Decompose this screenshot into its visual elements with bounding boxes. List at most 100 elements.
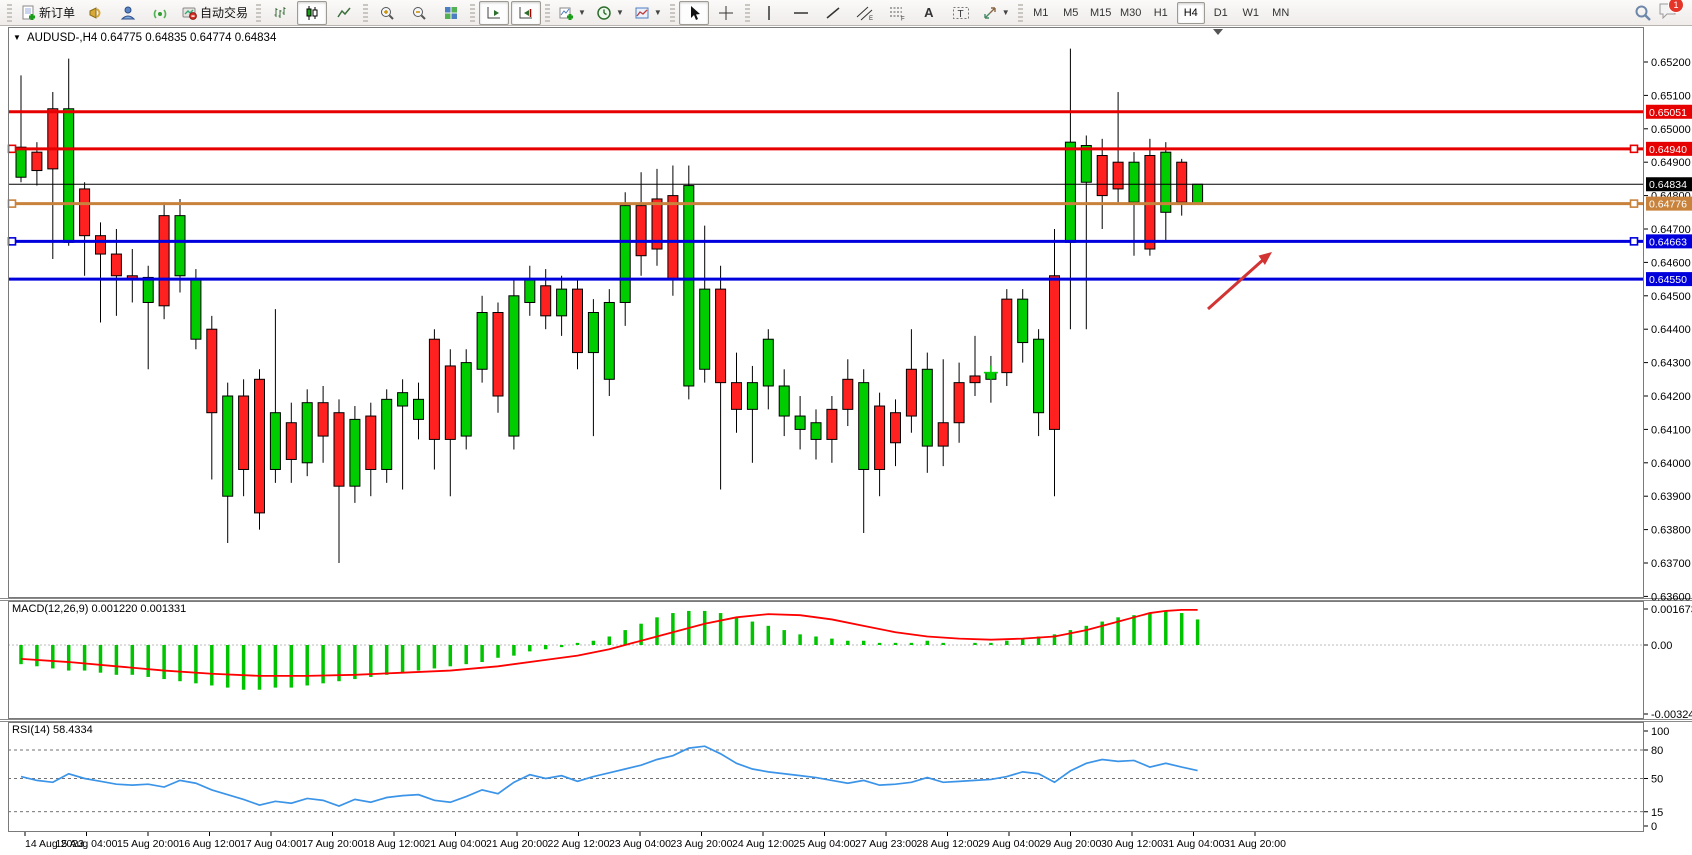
template-button[interactable]: ▼ bbox=[630, 1, 666, 25]
search-icon[interactable] bbox=[1634, 4, 1652, 22]
bull-candle bbox=[16, 147, 26, 177]
vertical-line-icon bbox=[762, 5, 776, 21]
timeframe-m5-button[interactable]: M5 bbox=[1057, 2, 1085, 24]
time-tick-label: 29 Aug 04:00 bbox=[978, 838, 1040, 850]
bull-candle bbox=[763, 339, 773, 386]
bull-candle bbox=[700, 289, 710, 369]
bear-candle bbox=[716, 289, 726, 383]
rsi-label: RSI(14) 58.4334 bbox=[12, 724, 93, 736]
candlestick-mode-button[interactable] bbox=[297, 1, 327, 25]
timeframe-w1-button[interactable]: W1 bbox=[1237, 2, 1265, 24]
line-handle[interactable] bbox=[1631, 145, 1638, 152]
line-handle[interactable] bbox=[1631, 200, 1638, 207]
price-tag-0.65051: 0.65051 bbox=[1646, 105, 1692, 119]
bear-candle bbox=[732, 383, 742, 410]
text-a-icon: A bbox=[924, 5, 933, 20]
toolbar-grip bbox=[545, 4, 550, 22]
market-watch-button[interactable] bbox=[81, 1, 111, 25]
chart-canvas[interactable]: 0.652000.651000.650000.649000.648000.647… bbox=[0, 26, 1692, 855]
zoom-out-button[interactable] bbox=[404, 1, 434, 25]
time-tick-label: 16 Aug 12:00 bbox=[179, 838, 241, 850]
bar-chart-mode-button[interactable] bbox=[265, 1, 295, 25]
time-tick-label: 30 Aug 12:00 bbox=[1101, 838, 1163, 850]
price-tick-label: 0.63600 bbox=[1651, 591, 1691, 603]
line-handle[interactable] bbox=[9, 238, 16, 245]
bull-candle bbox=[350, 419, 360, 486]
price-tick-label: 0.65200 bbox=[1651, 57, 1691, 69]
period-button[interactable]: ▼ bbox=[592, 1, 628, 25]
label-tool-button[interactable]: T bbox=[946, 1, 976, 25]
time-tick-label: 21 Aug 20:00 bbox=[486, 838, 548, 850]
bear-candle bbox=[970, 376, 980, 383]
line-handle[interactable] bbox=[1631, 238, 1638, 245]
crosshair-tool-button[interactable] bbox=[711, 1, 741, 25]
bear-candle bbox=[286, 423, 296, 460]
auto-scroll-icon bbox=[486, 5, 502, 21]
price-tag-label: 0.64550 bbox=[1649, 274, 1687, 286]
new-order-button[interactable]: 新订单 bbox=[16, 1, 79, 25]
signal-icon bbox=[152, 5, 168, 21]
auto-trading-icon bbox=[181, 5, 197, 21]
signals-button[interactable] bbox=[145, 1, 175, 25]
timeframe-d1-button[interactable]: D1 bbox=[1207, 2, 1235, 24]
bull-candle bbox=[398, 393, 408, 406]
time-tick-label: 31 Aug 04:00 bbox=[1163, 838, 1225, 850]
notifications-button[interactable]: 1 bbox=[1658, 1, 1678, 24]
trendline-icon bbox=[825, 5, 841, 21]
chart-shift-button[interactable] bbox=[511, 1, 541, 25]
vertical-line-tool-button[interactable] bbox=[754, 1, 784, 25]
price-tick-label: 0.63900 bbox=[1651, 491, 1691, 503]
time-tick-label: 21 Aug 04:00 bbox=[425, 838, 487, 850]
text-tool-button[interactable]: A bbox=[914, 1, 944, 25]
toolbar-grip bbox=[363, 4, 368, 22]
timeframe-mn-button[interactable]: MN bbox=[1267, 2, 1295, 24]
cursor-tool-button[interactable] bbox=[679, 1, 709, 25]
tile-windows-button[interactable] bbox=[436, 1, 466, 25]
bear-candle bbox=[1097, 156, 1107, 196]
time-tick-label: 15 Aug 04:00 bbox=[56, 838, 118, 850]
person-icon bbox=[120, 5, 136, 21]
horn-icon bbox=[88, 5, 104, 21]
timeframe-h4-button[interactable]: H4 bbox=[1177, 2, 1205, 24]
rsi-tick-label: 15 bbox=[1651, 807, 1663, 819]
price-tick-label: 0.64100 bbox=[1651, 424, 1691, 436]
fibonacci-tool-button[interactable]: F bbox=[882, 1, 912, 25]
bear-candle bbox=[239, 396, 249, 469]
bar-chart-icon bbox=[272, 5, 288, 21]
bear-candle bbox=[334, 413, 344, 486]
bear-candle bbox=[1177, 162, 1187, 202]
line-chart-mode-button[interactable] bbox=[329, 1, 359, 25]
price-tick-label: 0.64900 bbox=[1651, 157, 1691, 169]
zoom-in-button[interactable] bbox=[372, 1, 402, 25]
bear-candle bbox=[827, 409, 837, 439]
horizontal-line-tool-button[interactable] bbox=[786, 1, 816, 25]
auto-trading-button[interactable]: 自动交易 bbox=[177, 1, 252, 25]
price-tag-0.64834: 0.64834 bbox=[1646, 177, 1692, 191]
timeframe-h1-button[interactable]: H1 bbox=[1147, 2, 1175, 24]
time-tick-label: 29 Aug 20:00 bbox=[1040, 838, 1102, 850]
line-handle[interactable] bbox=[9, 200, 16, 207]
bear-candle bbox=[843, 379, 853, 409]
timeframe-m30-button[interactable]: M30 bbox=[1117, 2, 1145, 24]
line-handle[interactable] bbox=[9, 145, 16, 152]
auto-scroll-button[interactable] bbox=[479, 1, 509, 25]
bear-candle bbox=[48, 109, 58, 169]
bear-candle bbox=[96, 236, 106, 254]
price-tick-label: 0.65000 bbox=[1651, 124, 1691, 136]
bear-candle bbox=[366, 416, 376, 469]
svg-text:E: E bbox=[869, 16, 873, 21]
channel-tool-button[interactable]: E bbox=[850, 1, 880, 25]
timeframe-m15-button[interactable]: M15 bbox=[1087, 2, 1115, 24]
bull-candle bbox=[811, 423, 821, 440]
timeframe-m1-button[interactable]: M1 bbox=[1027, 2, 1055, 24]
bull-candle bbox=[302, 403, 312, 463]
bull-candle bbox=[477, 313, 487, 370]
accounts-button[interactable] bbox=[113, 1, 143, 25]
price-tick-label: 0.64200 bbox=[1651, 391, 1691, 403]
toolbar-grip bbox=[7, 4, 12, 22]
add-indicator-button[interactable]: ▼ bbox=[554, 1, 590, 25]
bull-candle bbox=[1018, 299, 1028, 342]
arrows-tool-button[interactable]: ▼ bbox=[978, 1, 1014, 25]
price-tag-0.64663: 0.64663 bbox=[1646, 234, 1692, 248]
trendline-tool-button[interactable] bbox=[818, 1, 848, 25]
